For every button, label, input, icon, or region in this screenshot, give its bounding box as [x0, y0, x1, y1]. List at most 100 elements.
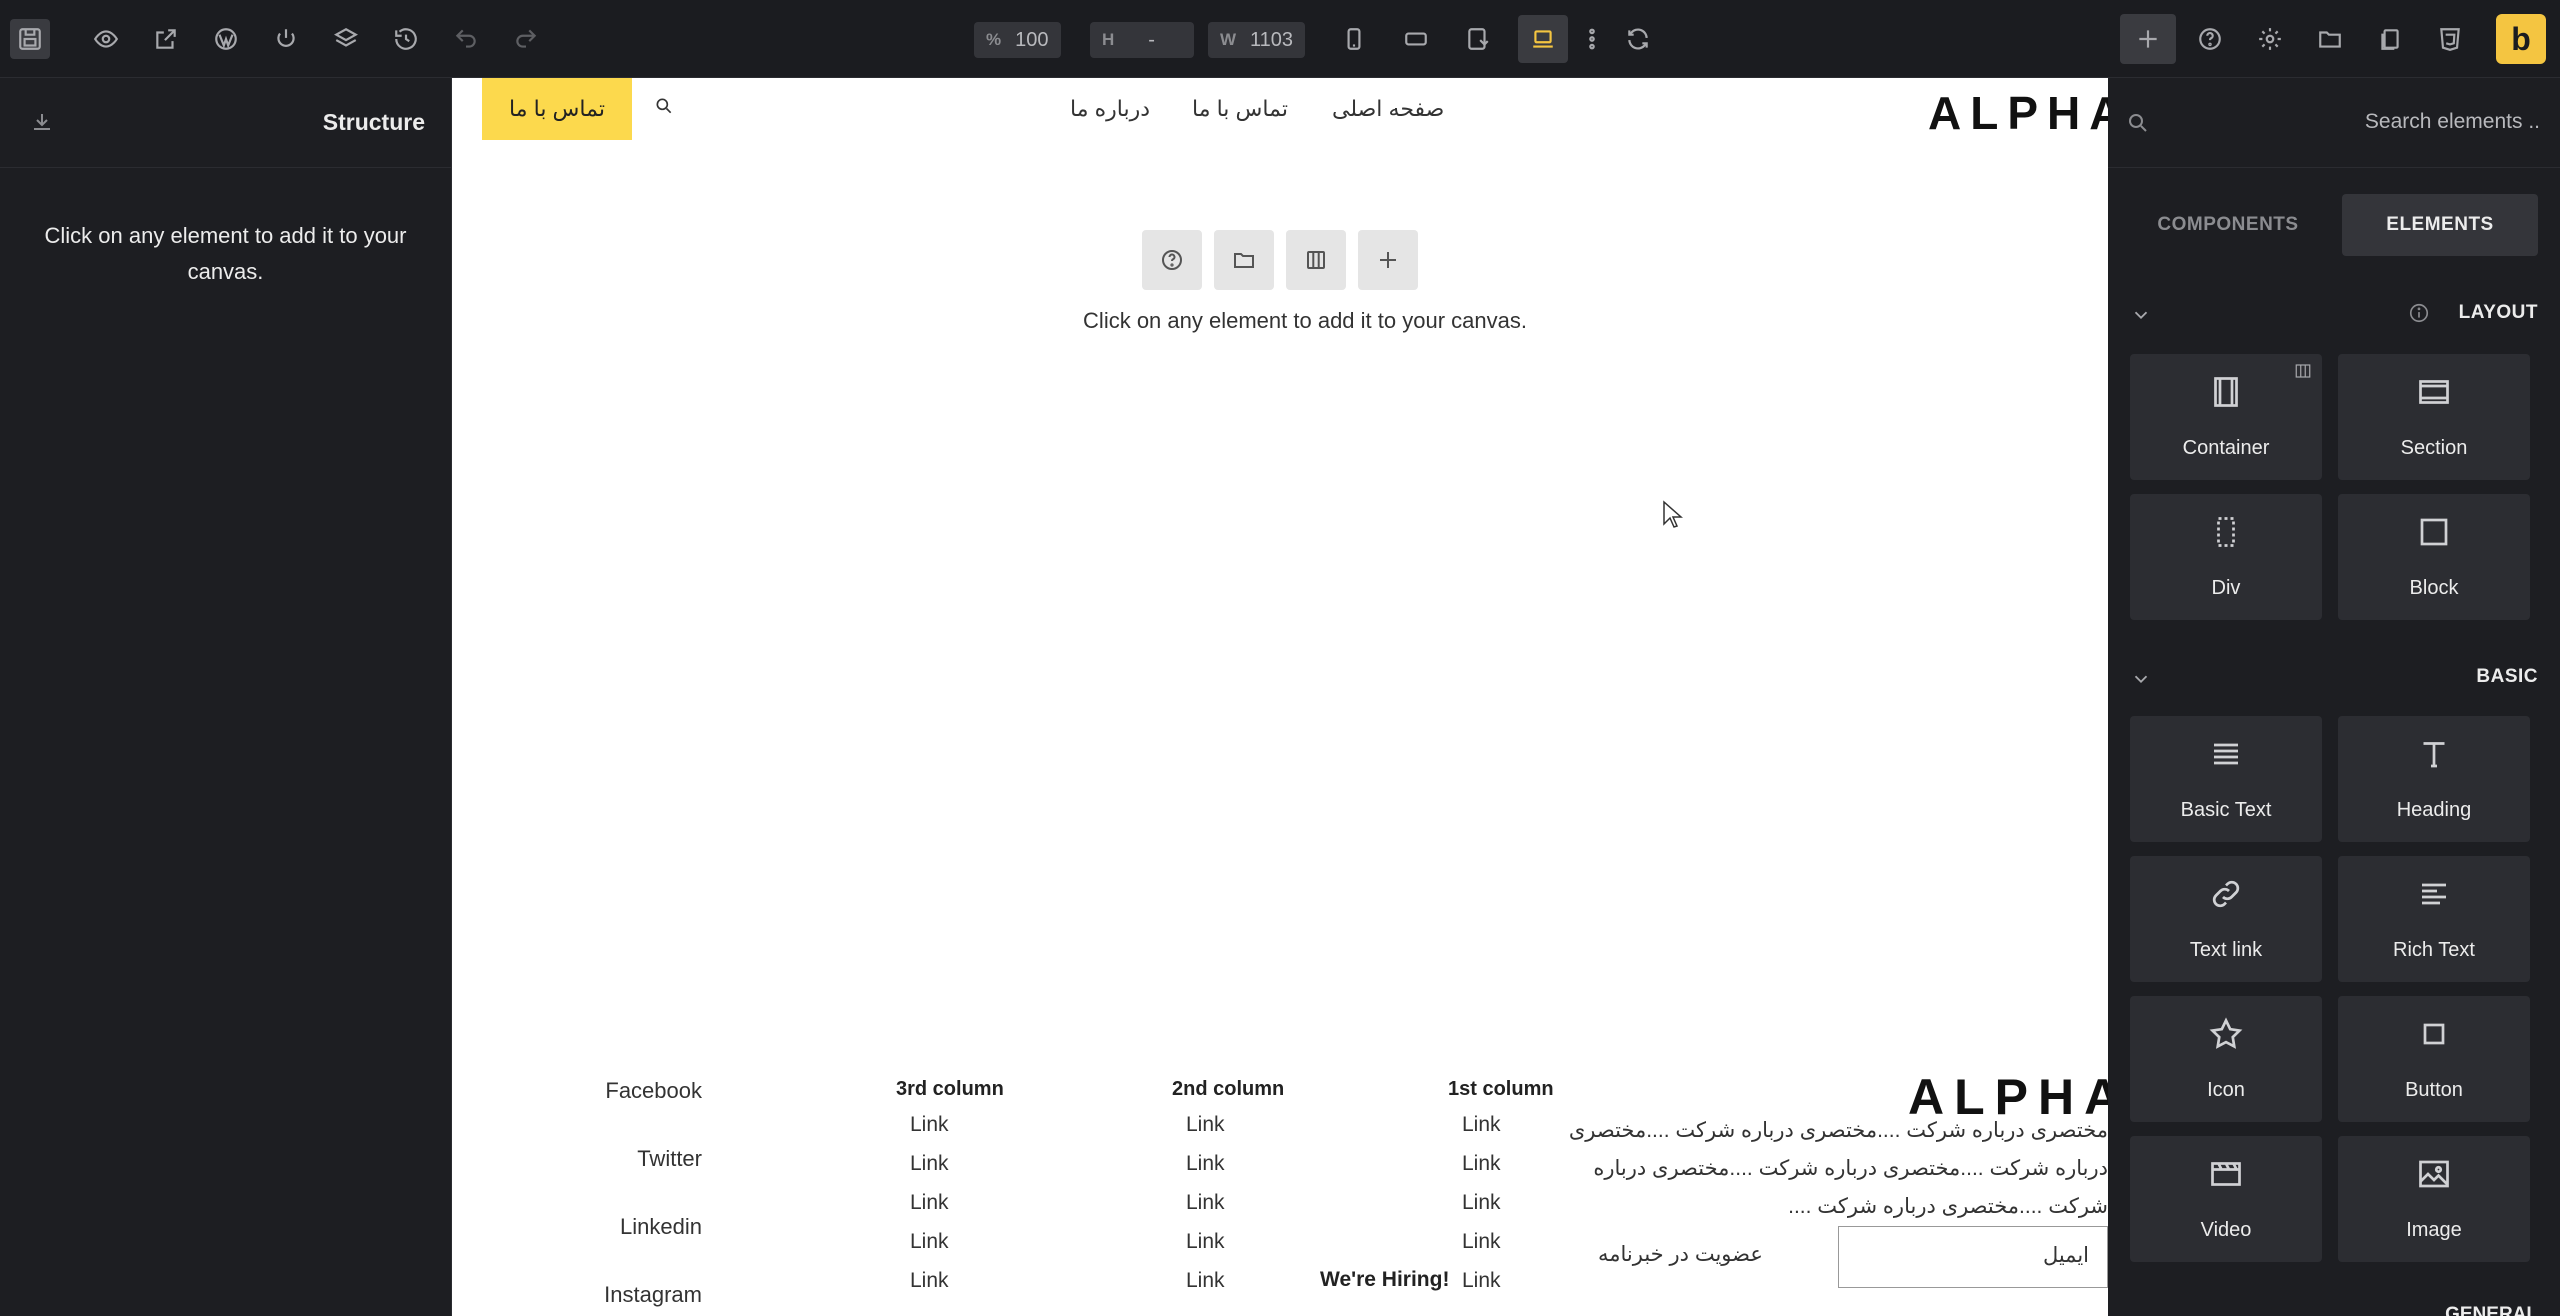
page-canvas[interactable]: ALPHA صفحه اصلی تماس با ما درباره ما تما…: [452, 78, 2108, 1316]
info-icon[interactable]: [2408, 302, 2430, 329]
header-search-icon[interactable]: [654, 96, 674, 121]
zoom-key: %: [986, 30, 1002, 49]
layout-section-header[interactable]: LAYOUT: [2130, 298, 2538, 334]
save-icon[interactable]: [10, 19, 50, 59]
footer-hiring-link[interactable]: We're Hiring!: [1320, 1268, 1449, 1292]
brand-logo[interactable]: b: [2496, 14, 2546, 64]
footer-link[interactable]: Link: [1448, 1113, 1588, 1152]
footer-link[interactable]: Link: [896, 1191, 1036, 1230]
footer-link[interactable]: Link: [896, 1230, 1036, 1269]
layout-section-title: LAYOUT: [2458, 302, 2538, 323]
preview-eye-icon[interactable]: [86, 19, 126, 59]
element-card-heading[interactable]: Heading: [2338, 716, 2530, 842]
nav-link-home[interactable]: صفحه اصلی: [1332, 96, 1444, 122]
more-vertical-icon[interactable]: [1572, 19, 1612, 59]
element-card-button[interactable]: Button: [2338, 996, 2530, 1122]
block-icon: [2416, 514, 2452, 555]
footer-link[interactable]: Link: [1172, 1230, 1312, 1269]
footer-link[interactable]: Link: [1448, 1230, 1588, 1269]
zoom-value: 100: [1015, 28, 1049, 51]
elements-panel: COMPONENTS ELEMENTS LAYOUT Container Sec…: [2108, 78, 2560, 1316]
canvas-add-icon[interactable]: [1358, 230, 1418, 290]
image-icon: [2416, 1156, 2452, 1197]
element-card-label: Text link: [2189, 939, 2263, 961]
download-icon[interactable]: [30, 110, 54, 139]
element-card-label: Video: [2200, 1219, 2252, 1241]
element-card-div[interactable]: Div: [2130, 494, 2322, 620]
header-cta-button[interactable]: تماس با ما: [482, 78, 632, 140]
footer-link[interactable]: Link: [1172, 1113, 1312, 1152]
add-element-icon[interactable]: [2120, 14, 2176, 64]
social-link-facebook[interactable]: Facebook: [552, 1078, 702, 1146]
history-icon[interactable]: [386, 19, 426, 59]
layers-icon[interactable]: [326, 19, 366, 59]
nav-link-contact[interactable]: تماس با ما: [1192, 96, 1288, 122]
power-icon[interactable]: [266, 19, 306, 59]
layout-elements-grid: Container Section Div Block: [2130, 354, 2538, 620]
general-section-title[interactable]: GENERAL: [2445, 1304, 2538, 1316]
element-card-block[interactable]: Block: [2338, 494, 2530, 620]
star-icon: [2208, 1016, 2244, 1057]
settings-gear-icon[interactable]: [2250, 19, 2290, 59]
element-card-basic-text[interactable]: Basic Text: [2130, 716, 2322, 842]
canvas-columns-icon[interactable]: [1286, 230, 1346, 290]
canvas-help-icon[interactable]: [1142, 230, 1202, 290]
element-search-input[interactable]: [2158, 102, 2540, 142]
refresh-icon[interactable]: [1618, 19, 1658, 59]
structure-header: Structure: [0, 78, 451, 168]
element-card-image[interactable]: Image: [2338, 1136, 2530, 1262]
footer-link[interactable]: Link: [896, 1269, 1036, 1308]
external-link-icon[interactable]: [146, 19, 186, 59]
footer-link[interactable]: Link: [1172, 1152, 1312, 1191]
element-card-label: Rich Text: [2393, 939, 2475, 961]
footer-column-title: 3rd column: [896, 1078, 1004, 1100]
footer-link[interactable]: Link: [1172, 1269, 1312, 1308]
help-icon[interactable]: [2190, 19, 2230, 59]
element-card-video[interactable]: Video: [2130, 1136, 2322, 1262]
tab-components[interactable]: COMPONENTS: [2130, 194, 2326, 256]
footer-link[interactable]: Link: [1172, 1191, 1312, 1230]
redo-icon[interactable]: [506, 19, 546, 59]
basic-section-title: BASIC: [2476, 666, 2538, 687]
newsletter-email-field[interactable]: ایمیل: [1838, 1226, 2108, 1288]
structure-title: Structure: [322, 109, 425, 135]
undo-icon[interactable]: [446, 19, 486, 59]
laptop-icon[interactable]: [1518, 15, 1568, 63]
wordpress-icon[interactable]: [206, 19, 246, 59]
element-card-label: Block: [2409, 577, 2459, 599]
footer-link[interactable]: Link: [1448, 1269, 1588, 1308]
pages-icon[interactable]: [2370, 19, 2410, 59]
height-field[interactable]: H -: [1090, 22, 1194, 58]
html5-icon[interactable]: [2430, 19, 2470, 59]
element-card-section[interactable]: Section: [2338, 354, 2530, 480]
element-card-container[interactable]: Container: [2130, 354, 2322, 480]
element-card-label: Icon: [2207, 1079, 2245, 1101]
social-link-twitter[interactable]: Twitter: [552, 1146, 702, 1214]
columns-icon: [2294, 362, 2312, 385]
height-value: -: [1148, 28, 1155, 51]
tablet-icon[interactable]: [1458, 19, 1498, 59]
header-logo[interactable]: ALPHA: [1928, 86, 2108, 140]
footer-link[interactable]: Link: [1448, 1191, 1588, 1230]
chevron-down-icon[interactable]: [2130, 304, 2152, 331]
element-card-text-link[interactable]: Text link: [2130, 856, 2322, 982]
mobile-portrait-icon[interactable]: [1334, 19, 1374, 59]
folder-icon[interactable]: [2310, 19, 2350, 59]
basic-section-header[interactable]: BASIC: [2130, 662, 2538, 698]
social-link-instagram[interactable]: Instagram: [552, 1282, 702, 1316]
chevron-down-icon[interactable]: [2130, 668, 2152, 695]
heading-icon: [2416, 736, 2452, 777]
mobile-landscape-icon[interactable]: [1396, 19, 1436, 59]
canvas-folder-icon[interactable]: [1214, 230, 1274, 290]
element-card-rich-text[interactable]: Rich Text: [2338, 856, 2530, 982]
tab-elements[interactable]: ELEMENTS: [2342, 194, 2538, 256]
element-card-icon[interactable]: Icon: [2130, 996, 2322, 1122]
footer-column-title: 1st column: [1448, 1078, 1554, 1100]
zoom-field[interactable]: % 100: [974, 22, 1061, 58]
footer-link[interactable]: Link: [1448, 1152, 1588, 1191]
social-link-linkedin[interactable]: Linkedin: [552, 1214, 702, 1282]
footer-link[interactable]: Link: [896, 1152, 1036, 1191]
nav-link-about[interactable]: درباره ما: [1070, 96, 1150, 122]
width-field[interactable]: W 1103: [1208, 22, 1306, 58]
footer-link[interactable]: Link: [896, 1113, 1036, 1152]
